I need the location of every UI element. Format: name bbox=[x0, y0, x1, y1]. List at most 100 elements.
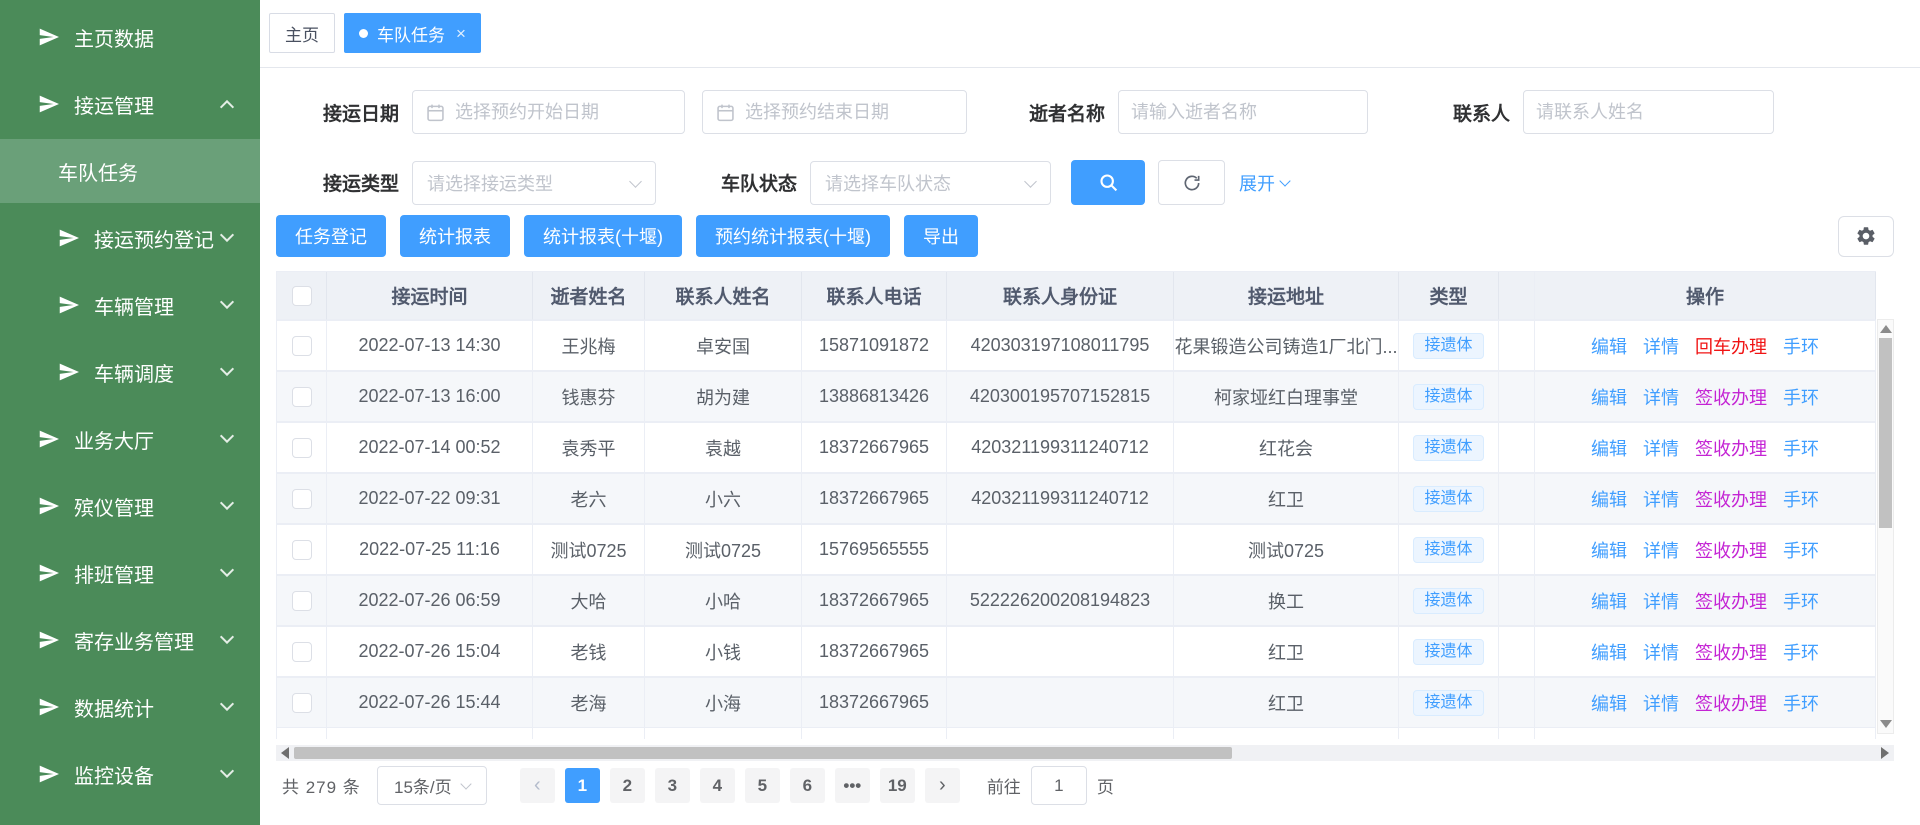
sidebar-item-7[interactable]: 业务大厅 bbox=[0, 407, 260, 471]
action-详情[interactable]: 详情 bbox=[1643, 690, 1679, 716]
header-cell-label: 接运地址 bbox=[1248, 282, 1324, 309]
page-button-2[interactable]: 2 bbox=[610, 768, 645, 803]
partial-cell bbox=[533, 728, 645, 739]
tabbar: 主页 车队任务 × bbox=[260, 0, 1920, 68]
action-签收办理[interactable]: 签收办理 bbox=[1695, 486, 1767, 512]
action-编辑[interactable]: 编辑 bbox=[1591, 639, 1627, 665]
prev-page-button[interactable]: ‹ bbox=[520, 768, 555, 803]
sidebar-item-5[interactable]: 车辆管理 bbox=[0, 273, 260, 337]
toolbar-button-3[interactable]: 统计报表(十堰) bbox=[524, 215, 682, 257]
action-签收办理[interactable]: 签收办理 bbox=[1695, 537, 1767, 563]
action-编辑[interactable]: 编辑 bbox=[1591, 333, 1627, 359]
action-手环[interactable]: 手环 bbox=[1783, 537, 1819, 563]
action-手环[interactable]: 手环 bbox=[1783, 486, 1819, 512]
row-select-cell bbox=[277, 372, 327, 422]
tab-home[interactable]: 主页 bbox=[269, 13, 335, 53]
sidebar-item-9[interactable]: 排班管理 bbox=[0, 541, 260, 605]
toolbar-button-5[interactable]: 导出 bbox=[904, 215, 978, 257]
row-checkbox[interactable] bbox=[292, 642, 312, 662]
action-签收办理[interactable]: 签收办理 bbox=[1695, 639, 1767, 665]
action-编辑[interactable]: 编辑 bbox=[1591, 537, 1627, 563]
action-手环[interactable]: 手环 bbox=[1783, 639, 1819, 665]
expand-link[interactable]: 展开 bbox=[1239, 170, 1289, 196]
action-手环[interactable]: 手环 bbox=[1783, 333, 1819, 359]
sidebar-item-2[interactable]: 接运管理 bbox=[0, 72, 260, 136]
row-checkbox[interactable] bbox=[292, 591, 312, 611]
horizontal-scroll-thumb[interactable] bbox=[294, 747, 1232, 759]
action-签收办理[interactable]: 签收办理 bbox=[1695, 384, 1767, 410]
sidebar-item-10[interactable]: 寄存业务管理 bbox=[0, 608, 260, 672]
action-详情[interactable]: 详情 bbox=[1643, 537, 1679, 563]
toolbar-button-4[interactable]: 预约统计报表(十堰) bbox=[696, 215, 890, 257]
date-start-input[interactable] bbox=[413, 91, 684, 133]
sidebar-item-1[interactable]: 主页数据 bbox=[0, 5, 260, 69]
vertical-scrollbar[interactable] bbox=[1877, 319, 1894, 734]
refresh-button[interactable] bbox=[1158, 160, 1225, 205]
tab-close-icon[interactable]: × bbox=[456, 25, 466, 42]
fleet-status-select[interactable]: 请选择车队状态 bbox=[810, 161, 1051, 205]
sidebar-item-3[interactable]: 车队任务 bbox=[0, 139, 260, 203]
sidebar-item-4[interactable]: 接运预约登记 bbox=[0, 206, 260, 270]
row-checkbox[interactable] bbox=[292, 693, 312, 713]
page-button-19[interactable]: 19 bbox=[880, 768, 915, 803]
goto-page-input[interactable] bbox=[1031, 766, 1087, 805]
scroll-left-icon[interactable] bbox=[281, 747, 289, 759]
action-手环[interactable]: 手环 bbox=[1783, 690, 1819, 716]
page-button-6[interactable]: 6 bbox=[790, 768, 825, 803]
page-button-1[interactable]: 1 bbox=[565, 768, 600, 803]
row-checkbox[interactable] bbox=[292, 489, 312, 509]
action-编辑[interactable]: 编辑 bbox=[1591, 384, 1627, 410]
action-手环[interactable]: 手环 bbox=[1783, 384, 1819, 410]
action-详情[interactable]: 详情 bbox=[1643, 639, 1679, 665]
action-详情[interactable]: 详情 bbox=[1643, 384, 1679, 410]
action-编辑[interactable]: 编辑 bbox=[1591, 435, 1627, 461]
action-详情[interactable]: 详情 bbox=[1643, 486, 1679, 512]
sidebar-item-11[interactable]: 数据统计 bbox=[0, 675, 260, 739]
action-签收办理[interactable]: 签收办理 bbox=[1695, 435, 1767, 461]
deceased-name-input[interactable] bbox=[1119, 91, 1367, 133]
toolbar-button-1[interactable]: 任务登记 bbox=[276, 215, 386, 257]
action-回车办理[interactable]: 回车办理 bbox=[1695, 333, 1767, 359]
date-end-input[interactable] bbox=[703, 91, 966, 133]
row-checkbox[interactable] bbox=[292, 387, 312, 407]
sidebar-item-6[interactable]: 车辆调度 bbox=[0, 340, 260, 404]
cell-contact-text: 胡为建 bbox=[696, 384, 750, 410]
scroll-right-icon[interactable] bbox=[1881, 747, 1889, 759]
next-page-button[interactable]: › bbox=[925, 768, 960, 803]
action-详情[interactable]: 详情 bbox=[1643, 435, 1679, 461]
tab-fleet-task[interactable]: 车队任务 × bbox=[344, 13, 481, 53]
pickup-type-select[interactable]: 请选择接运类型 bbox=[412, 161, 656, 205]
search-button[interactable] bbox=[1071, 160, 1145, 205]
action-签收办理[interactable]: 签收办理 bbox=[1695, 690, 1767, 716]
cell-address: 红卫 bbox=[1174, 678, 1399, 728]
page-button-5[interactable]: 5 bbox=[745, 768, 780, 803]
date-range-label: 接运日期 bbox=[276, 99, 399, 126]
page-size-select[interactable]: 15条/页 bbox=[377, 766, 487, 805]
cell-time-text: 2022-07-26 15:04 bbox=[358, 641, 500, 662]
action-编辑[interactable]: 编辑 bbox=[1591, 486, 1627, 512]
select-all-checkbox[interactable] bbox=[292, 286, 312, 306]
row-checkbox[interactable] bbox=[292, 438, 312, 458]
action-手环[interactable]: 手环 bbox=[1783, 435, 1819, 461]
action-编辑[interactable]: 编辑 bbox=[1591, 690, 1627, 716]
action-手环[interactable]: 手环 bbox=[1783, 588, 1819, 614]
action-编辑[interactable]: 编辑 bbox=[1591, 588, 1627, 614]
sidebar-item-8[interactable]: 殡仪管理 bbox=[0, 474, 260, 538]
page-button-4[interactable]: 4 bbox=[700, 768, 735, 803]
action-签收办理[interactable]: 签收办理 bbox=[1695, 588, 1767, 614]
row-checkbox[interactable] bbox=[292, 336, 312, 356]
contact-input[interactable] bbox=[1524, 91, 1773, 133]
action-详情[interactable]: 详情 bbox=[1643, 588, 1679, 614]
sidebar-item-12[interactable]: 监控设备 bbox=[0, 742, 260, 806]
scroll-up-icon[interactable] bbox=[1880, 325, 1892, 333]
toolbar-button-2[interactable]: 统计报表 bbox=[400, 215, 510, 257]
vertical-scroll-thumb[interactable] bbox=[1879, 338, 1892, 528]
horizontal-scrollbar[interactable] bbox=[276, 745, 1894, 761]
cell-phone: 18372667965 bbox=[802, 423, 947, 473]
page-button-3[interactable]: 3 bbox=[655, 768, 690, 803]
scroll-down-icon[interactable] bbox=[1880, 720, 1892, 728]
action-详情[interactable]: 详情 bbox=[1643, 333, 1679, 359]
column-settings-button[interactable] bbox=[1838, 216, 1894, 257]
paper-plane-icon bbox=[58, 294, 80, 316]
row-checkbox[interactable] bbox=[292, 540, 312, 560]
